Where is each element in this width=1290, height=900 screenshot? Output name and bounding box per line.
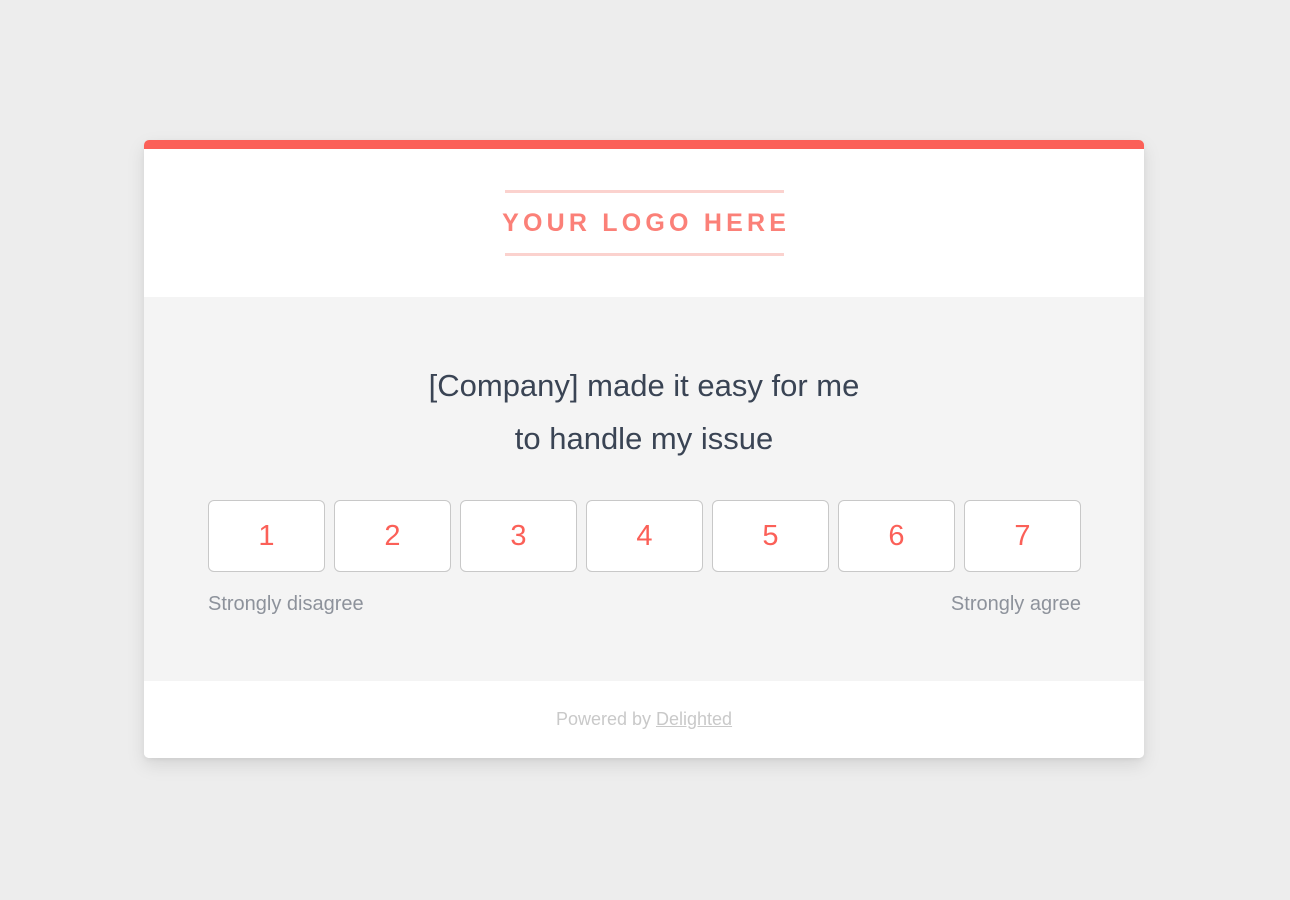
accent-bar	[144, 140, 1144, 149]
scale-high-label: Strongly agree	[950, 593, 1081, 615]
rating-button-7[interactable]: 7	[964, 500, 1081, 572]
delighted-brand-link[interactable]: Delighted	[656, 709, 732, 730]
scale-anchor-labels: Strongly disagree Strongly agree	[208, 593, 1081, 616]
rating-button-2[interactable]: 2	[334, 500, 451, 572]
scale-low-label: Strongly disagree	[208, 593, 364, 615]
rating-scale: 1 2 3 4 5 6 7 Strongly disagree Strongly…	[208, 500, 1081, 616]
rating-button-5[interactable]: 5	[712, 500, 829, 572]
rating-button-4[interactable]: 4	[586, 500, 703, 572]
logo-placeholder-text: YOUR LOGO HERE	[502, 209, 791, 237]
rating-button-6[interactable]: 6	[838, 500, 955, 572]
rating-button-3[interactable]: 3	[460, 500, 577, 572]
rating-button-1[interactable]: 1	[208, 500, 325, 572]
question-line-1: [Company] made it easy for me	[428, 368, 860, 403]
survey-card: YOUR LOGO HERE [Company] made it easy fo…	[144, 140, 1144, 758]
rating-buttons: 1 2 3 4 5 6 7	[208, 500, 1081, 572]
powered-by-label: Powered by	[555, 709, 651, 729]
question-text: [Company] made it easy for me to handle …	[144, 359, 1144, 465]
logo-placeholder: YOUR LOGO HERE	[498, 190, 790, 256]
survey-footer: Powered by Delighted	[144, 681, 1144, 758]
page-root: YOUR LOGO HERE [Company] made it easy fo…	[0, 0, 1290, 900]
survey-body: [Company] made it easy for me to handle …	[144, 297, 1144, 681]
logo-header: YOUR LOGO HERE	[144, 149, 1144, 297]
question-line-2: to handle my issue	[514, 421, 774, 456]
logo-rule-bottom	[504, 253, 784, 256]
